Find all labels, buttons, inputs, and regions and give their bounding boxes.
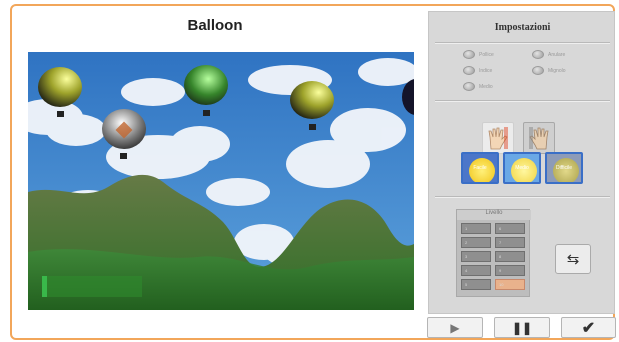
play-button[interactable]: ▶ xyxy=(427,317,483,338)
divider xyxy=(435,42,610,43)
finger-label: Anulare xyxy=(548,51,566,58)
sun-icon xyxy=(553,158,579,182)
right-hand-icon xyxy=(529,127,549,150)
radio-icon xyxy=(463,66,475,75)
radio-icon xyxy=(532,50,544,59)
level-button[interactable]: 2 xyxy=(461,237,491,248)
level-button[interactable]: 1 xyxy=(461,223,491,234)
level-selector: Livello 1 6 2 7 3 8 4 9 5 10 xyxy=(456,209,531,297)
difficulty-label: Difficile xyxy=(555,165,573,171)
finger-option-anulare[interactable]: Anulare xyxy=(532,50,565,59)
game-title: Balloon xyxy=(187,17,243,34)
divider xyxy=(435,100,610,101)
radio-icon xyxy=(532,66,544,75)
difficulty-label: Medio xyxy=(515,165,529,171)
level-button-selected[interactable]: 10 xyxy=(495,279,525,290)
settings-panel: Impostazioni Pollice Anulare Indice Mign… xyxy=(428,11,615,314)
level-button[interactable]: 8 xyxy=(495,251,525,262)
progress-track xyxy=(42,276,142,297)
confirm-button[interactable]: ✔ xyxy=(561,317,616,338)
loop-button[interactable]: ⇆ xyxy=(555,244,591,274)
progress-fill xyxy=(42,276,47,297)
radio-icon xyxy=(463,50,475,59)
level-button[interactable]: 7 xyxy=(495,237,525,248)
level-button[interactable]: 9 xyxy=(495,265,525,276)
loop-arrows-icon: ⇆ xyxy=(566,251,580,268)
left-hand-icon xyxy=(488,127,508,150)
difficulty-difficile[interactable]: Difficile xyxy=(545,152,583,184)
level-button[interactable]: 6 xyxy=(495,223,525,234)
check-icon: ✔ xyxy=(581,319,596,337)
sun-icon xyxy=(511,158,537,182)
difficulty-label: Facile xyxy=(473,165,487,171)
level-button[interactable]: 4 xyxy=(461,265,491,276)
difficulty-facile[interactable]: Facile xyxy=(461,152,499,184)
settings-title: Impostazioni xyxy=(494,22,551,33)
pause-icon: ❚❚ xyxy=(511,320,533,335)
finger-option-medio[interactable]: Medio xyxy=(463,82,493,91)
sun-icon xyxy=(469,158,495,182)
level-button[interactable]: 3 xyxy=(461,251,491,262)
finger-option-indice[interactable]: Indice xyxy=(463,66,492,75)
finger-option-mignolo[interactable]: Mignolo xyxy=(532,66,566,75)
finger-option-pollice[interactable]: Pollice xyxy=(463,50,494,59)
level-title: Livello xyxy=(457,210,531,220)
hand-left-button[interactable] xyxy=(482,122,514,154)
finger-label: Medio xyxy=(479,83,493,90)
finger-label: Mignolo xyxy=(548,67,566,74)
game-canvas[interactable] xyxy=(28,52,414,310)
finger-label: Indice xyxy=(479,67,493,74)
play-icon: ▶ xyxy=(450,320,460,335)
pause-button[interactable]: ❚❚ xyxy=(494,317,550,338)
hand-right-button[interactable] xyxy=(523,122,555,154)
finger-label: Pollice xyxy=(479,51,494,58)
radio-icon xyxy=(463,82,475,91)
level-button[interactable]: 5 xyxy=(461,279,491,290)
divider xyxy=(435,196,610,197)
difficulty-medio[interactable]: Medio xyxy=(503,152,541,184)
